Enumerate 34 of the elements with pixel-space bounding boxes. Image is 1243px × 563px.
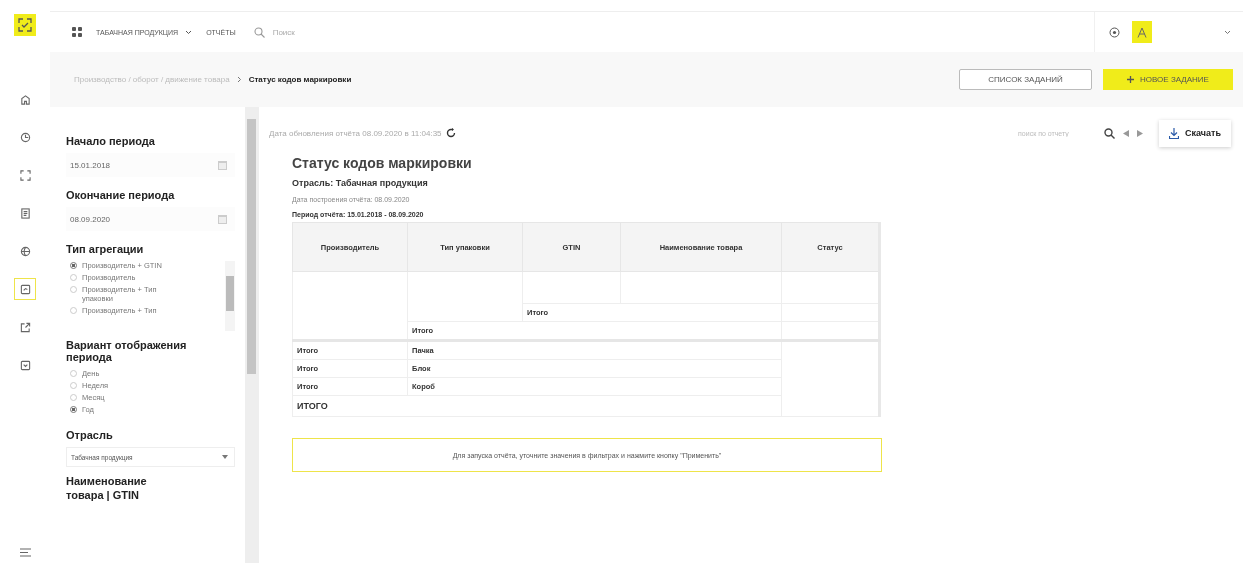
task-list-button[interactable]: СПИСОК ЗАДАНИЙ	[959, 69, 1092, 90]
chevron-down-icon	[185, 29, 193, 35]
dropdown-arrow-icon	[222, 455, 228, 459]
breadcrumb-current: Статус кодов маркировки	[248, 75, 352, 84]
radio-button[interactable]	[70, 262, 77, 269]
menu-icon[interactable]	[19, 548, 31, 557]
chevron-right-icon	[236, 76, 242, 83]
new-task-button[interactable]: НОВОЕ ЗАДАНИЕ	[1103, 69, 1233, 90]
table-cell: ИТОГО	[292, 395, 782, 417]
download-button[interactable]: Скачать	[1159, 119, 1231, 147]
filter-label: Наименование товара | GTIN	[66, 475, 148, 503]
download-icon	[1169, 127, 1180, 139]
search-icon[interactable]	[1104, 127, 1116, 139]
search-icon	[253, 26, 265, 38]
previous-icon[interactable]	[1123, 129, 1130, 137]
user-avatar[interactable]	[1132, 21, 1152, 43]
filter-label: Отрасль	[66, 429, 114, 441]
scrollbar[interactable]	[245, 107, 258, 563]
scrollbar[interactable]	[225, 261, 235, 331]
update-date: Дата обновления отчёта 08.09.2020 в 11:04:35	[269, 128, 442, 138]
radio-button[interactable]	[70, 406, 77, 413]
logo-icon[interactable]	[14, 14, 36, 36]
plus-icon	[1127, 76, 1135, 83]
target-icon[interactable]	[1109, 26, 1120, 38]
refresh-icon[interactable]	[445, 128, 456, 138]
filter-label: Вариант отображения периода	[66, 339, 188, 363]
report-industry: Отрасль: Табачная продукция	[292, 178, 429, 188]
chevron-down-icon[interactable]	[1224, 29, 1231, 35]
report-title: Статус кодов маркировки	[292, 155, 473, 171]
next-icon[interactable]	[1137, 129, 1144, 137]
apps-icon[interactable]	[72, 27, 82, 37]
filter-label: Тип агрегации	[66, 243, 145, 255]
filter-label: Окончание периода	[66, 189, 176, 201]
filter-label: Начало периода	[66, 135, 156, 147]
